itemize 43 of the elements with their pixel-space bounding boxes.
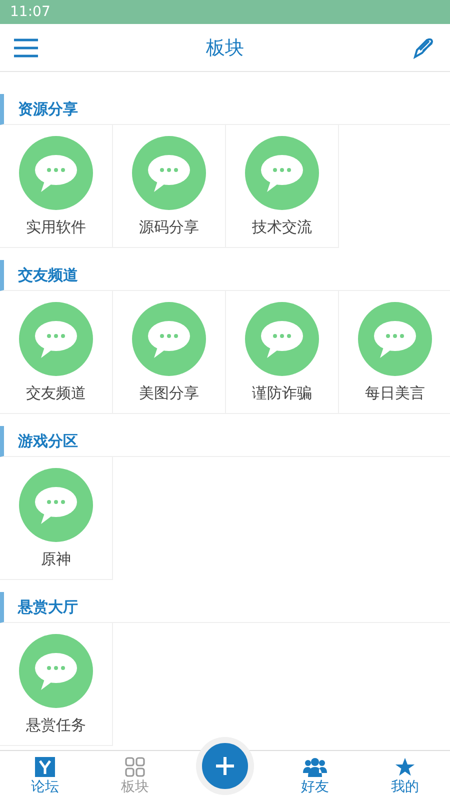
chat-bubble-icon <box>132 302 206 376</box>
star-icon <box>395 757 415 777</box>
board-tile[interactable]: 原神 <box>0 457 113 580</box>
section-title: 资源分享 <box>18 100 78 118</box>
chat-bubble-icon <box>132 136 206 210</box>
board-tile[interactable]: 美图分享 <box>113 291 226 414</box>
board-name: 交友频道 <box>26 384 86 403</box>
chat-bubble-icon <box>19 302 93 376</box>
chat-bubble-icon <box>19 634 93 708</box>
section-title: 悬赏大厅 <box>18 598 78 616</box>
board-name: 谨防诈骗 <box>252 384 312 403</box>
chat-bubble-icon <box>19 468 93 542</box>
forum-logo-icon <box>35 757 55 777</box>
people-icon <box>303 757 327 777</box>
nav-tab[interactable]: 我的 <box>360 751 450 800</box>
board-name: 悬赏任务 <box>26 716 86 735</box>
nav-tab[interactable]: 论坛 <box>0 751 90 800</box>
board-tile[interactable]: 源码分享 <box>113 125 226 248</box>
nav-tab[interactable]: 好友 <box>270 751 360 800</box>
board-name: 技术交流 <box>252 218 312 237</box>
section-title: 游戏分区 <box>18 432 78 450</box>
page-title: 板块 <box>206 36 244 60</box>
section-title: 交友频道 <box>18 266 78 284</box>
board-tile[interactable]: 实用软件 <box>0 125 113 248</box>
chat-bubble-icon <box>358 302 432 376</box>
board-name: 每日美言 <box>365 384 425 403</box>
chat-bubble-icon <box>19 136 93 210</box>
board-tile[interactable]: 交友频道 <box>0 291 113 414</box>
menu-icon <box>13 38 39 58</box>
board-name: 实用软件 <box>26 218 86 237</box>
chat-bubble-icon <box>245 302 319 376</box>
board-tile[interactable]: 悬赏任务 <box>0 623 113 746</box>
board-name: 源码分享 <box>139 218 199 237</box>
board-name: 美图分享 <box>139 384 199 403</box>
grid-icon <box>125 757 145 777</box>
board-tile[interactable]: 每日美言 <box>339 291 450 414</box>
board-tile[interactable]: 谨防诈骗 <box>226 291 339 414</box>
plus-icon <box>215 756 235 776</box>
status-time: 11:07 <box>10 4 50 20</box>
board-tile[interactable]: 技术交流 <box>226 125 339 248</box>
pen-icon <box>413 36 435 58</box>
chat-bubble-icon <box>245 136 319 210</box>
board-name: 原神 <box>41 550 71 569</box>
